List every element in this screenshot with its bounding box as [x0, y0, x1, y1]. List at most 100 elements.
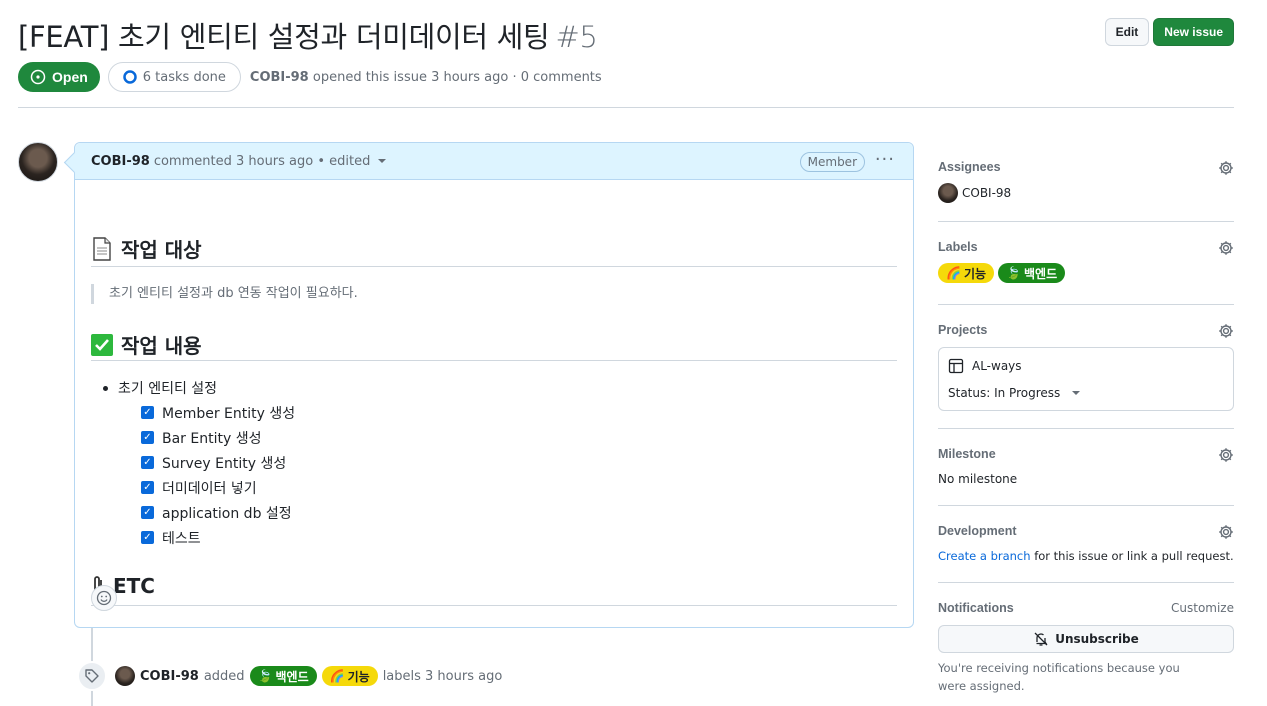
list-item: 초기 엔티티 설정	[103, 378, 217, 398]
assignees-section: Assignees COBI-98	[938, 160, 1234, 203]
unsubscribe-label: Unsubscribe	[1055, 632, 1139, 646]
comment-meta: commented 3 hours ago • edited	[153, 153, 371, 169]
project-card[interactable]: AL-ways Status: In Progress	[938, 347, 1234, 411]
bullet-dot	[103, 385, 108, 391]
project-name[interactable]: AL-ways	[972, 359, 1022, 373]
heading-rule	[91, 360, 897, 361]
projects-section: Projects	[938, 323, 1234, 339]
gear-icon[interactable]	[1218, 524, 1234, 540]
issue-title: [FEAT] 초기 엔티티 설정과 더미데이터 세팅 #5	[18, 14, 598, 56]
issue-open-icon	[30, 69, 46, 85]
opened-text: opened this issue 3 hours ago · 0 commen…	[312, 69, 602, 85]
task-checkbox[interactable]: ✓	[141, 431, 154, 444]
edit-history-caret-icon[interactable]	[378, 159, 387, 163]
event-time: labels 3 hours ago	[382, 668, 503, 684]
assignee-item[interactable]: COBI-98	[938, 183, 1234, 203]
task-text: Survey Entity 생성	[162, 455, 287, 472]
edit-button[interactable]: Edit	[1104, 18, 1150, 46]
label-text: 백엔드	[275, 669, 309, 684]
assignees-title[interactable]: Assignees	[938, 160, 1234, 174]
bullet-text: 초기 엔티티 설정	[118, 381, 218, 397]
unsubscribe-button[interactable]: Unsubscribe	[938, 625, 1234, 653]
heading-target-text: 작업 대상	[121, 238, 202, 262]
header-actions: Edit New issue	[1104, 18, 1234, 46]
chevron-down-icon	[1072, 391, 1081, 395]
sidebar-divider	[938, 304, 1234, 305]
header-divider	[18, 107, 1234, 108]
task-item: ✓ 더미데이터 넣기	[141, 475, 295, 500]
tasks-progress[interactable]: 6 tasks done	[107, 62, 241, 92]
task-checkbox[interactable]: ✓	[141, 406, 154, 419]
bell-slash-icon	[1034, 632, 1048, 646]
state-label: Open	[52, 69, 88, 85]
label-feature[interactable]: 🌈 기능	[321, 666, 378, 686]
avatar	[938, 183, 958, 203]
task-checkbox[interactable]: ✓	[141, 456, 154, 469]
label-feature[interactable]: 🌈 기능	[938, 263, 995, 283]
label-text: 백엔드	[1024, 266, 1058, 281]
issue-author-link[interactable]: COBI-98	[250, 70, 309, 85]
sidebar-divider	[938, 582, 1234, 583]
development-title[interactable]: Development	[938, 524, 1234, 538]
opened-by: COBI-98 opened this issue 3 hours ago · …	[250, 70, 602, 85]
avatar[interactable]	[115, 666, 135, 686]
blockquote: 초기 엔티티 설정과 db 연동 작업이 필요하다.	[91, 284, 358, 304]
sidebar-divider	[938, 221, 1234, 222]
labels-title[interactable]: Labels	[938, 240, 1234, 254]
label-backend[interactable]: 🍃 백엔드	[998, 263, 1066, 283]
rainbow-icon: 🌈	[946, 266, 961, 280]
development-desc: for this issue or link a pull request.	[1030, 549, 1234, 563]
milestone-value: No milestone	[938, 472, 1018, 486]
more-options-icon[interactable]: ···	[875, 151, 895, 169]
task-text: 더미데이터 넣기	[162, 480, 257, 497]
project-title-row: AL-ways	[948, 358, 1022, 374]
smiley-icon	[96, 590, 112, 606]
task-item: ✓ application db 설정	[141, 500, 295, 525]
milestone-section: Milestone No milestone	[938, 447, 1234, 486]
customize-link[interactable]: Customize	[1171, 601, 1234, 615]
add-reaction-button[interactable]	[91, 585, 117, 611]
task-item: ✓ Member Entity 생성	[141, 400, 295, 425]
tag-icon	[77, 661, 107, 691]
project-status-row[interactable]: Status: In Progress	[948, 386, 1081, 400]
task-list: ✓ Member Entity 생성 ✓ Bar Entity 생성 ✓ Survey…	[141, 400, 295, 550]
document-icon	[93, 236, 111, 261]
member-badge: Member	[799, 152, 865, 172]
gear-icon[interactable]	[1218, 323, 1234, 339]
gear-icon[interactable]	[1218, 447, 1234, 463]
avatar[interactable]	[18, 142, 58, 182]
development-section: Development Create a branch for this iss…	[938, 524, 1234, 563]
task-text: application db 설정	[162, 505, 292, 522]
label-backend[interactable]: 🍃 백엔드	[249, 666, 317, 686]
event-author[interactable]: COBI-98	[140, 669, 199, 684]
assignee-name: COBI-98	[962, 186, 1012, 200]
labels-section: Labels 🌈 기능 🍃 백엔드	[938, 240, 1234, 283]
projects-title[interactable]: Projects	[938, 323, 1234, 337]
task-text: Bar Entity 생성	[162, 430, 262, 447]
check-mark-button-icon	[91, 333, 113, 356]
heading-rule	[91, 605, 897, 606]
comment-author[interactable]: COBI-98	[91, 154, 150, 169]
timeline-event: COBI-98 added 🍃 백엔드 🌈 기능 labels 3 hours ag…	[115, 665, 502, 687]
task-checkbox[interactable]: ✓	[141, 481, 154, 494]
heading-etc-text: ETC	[113, 574, 155, 598]
rainbow-icon: 🌈	[329, 669, 345, 683]
state-badge: Open	[18, 62, 100, 92]
event-action: added	[203, 668, 245, 684]
heading-content-text: 작업 내용	[121, 334, 202, 358]
heading-rule	[91, 266, 897, 267]
task-text: Member Entity 생성	[162, 405, 296, 422]
gear-icon[interactable]	[1218, 160, 1234, 176]
create-branch-link[interactable]: Create a branch	[938, 549, 1031, 563]
gear-icon[interactable]	[1218, 240, 1234, 256]
milestone-title[interactable]: Milestone	[938, 447, 1234, 461]
task-text: 테스트	[162, 530, 201, 547]
comment-box: COBI-98 commented 3 hours ago • edited M…	[74, 142, 914, 628]
task-checkbox[interactable]: ✓	[141, 506, 154, 519]
new-issue-button[interactable]: New issue	[1153, 18, 1234, 46]
task-checkbox[interactable]: ✓	[141, 531, 154, 544]
task-item: ✓ 테스트	[141, 525, 295, 550]
issue-meta: Open 6 tasks done COBI-98 opened this is…	[18, 61, 602, 93]
heading-target: 작업 대상	[91, 234, 202, 263]
leaf-icon: 🍃	[1006, 266, 1021, 280]
